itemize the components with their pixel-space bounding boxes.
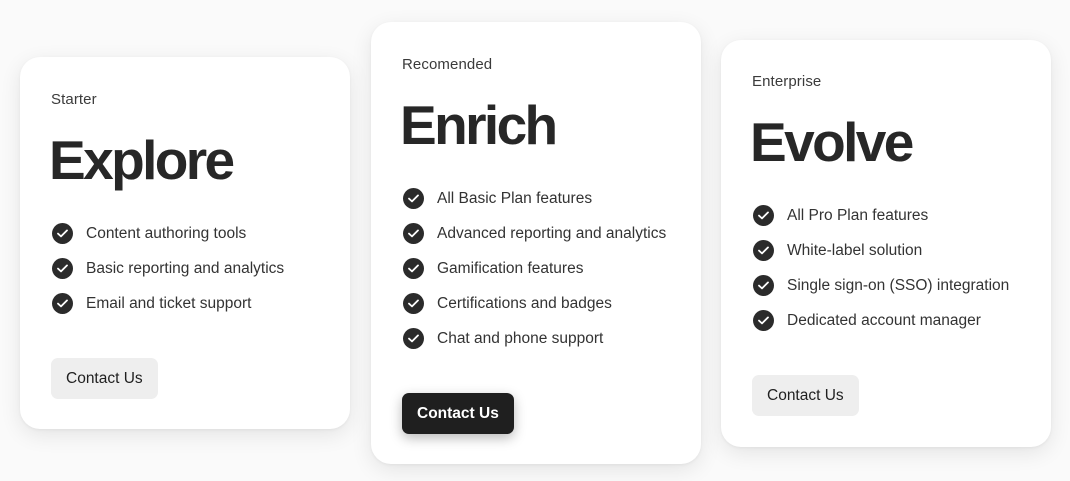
check-circle-icon bbox=[403, 293, 424, 314]
check-circle-icon bbox=[753, 240, 774, 261]
feature-item: All Basic Plan features bbox=[403, 181, 666, 216]
feature-item: Content authoring tools bbox=[52, 216, 284, 251]
feature-list: Content authoring tools Basic reporting … bbox=[52, 216, 284, 321]
contact-us-button[interactable]: Contact Us bbox=[402, 393, 514, 434]
check-circle-icon bbox=[403, 223, 424, 244]
feature-label: Chat and phone support bbox=[437, 329, 604, 347]
check-circle-icon bbox=[403, 258, 424, 279]
feature-label: Email and ticket support bbox=[86, 294, 252, 312]
feature-item: Gamification features bbox=[403, 251, 666, 286]
check-circle-icon bbox=[52, 223, 73, 244]
check-circle-icon bbox=[403, 188, 424, 209]
feature-label: All Basic Plan features bbox=[437, 189, 593, 207]
feature-item: Advanced reporting and analytics bbox=[403, 216, 666, 251]
feature-label: All Pro Plan features bbox=[787, 206, 929, 224]
plan-name: Enrich bbox=[400, 94, 558, 156]
feature-item: Single sign-on (SSO) integration bbox=[753, 268, 1009, 303]
check-circle-icon bbox=[753, 275, 774, 296]
pricing-card-recommended: Recomended Enrich All Basic Plan feature… bbox=[371, 22, 701, 464]
feature-item: Email and ticket support bbox=[52, 286, 284, 321]
feature-label: Basic reporting and analytics bbox=[86, 259, 285, 277]
feature-item: Chat and phone support bbox=[403, 321, 666, 356]
contact-us-button[interactable]: Contact Us bbox=[752, 375, 859, 416]
pricing-card-enterprise: Enterprise Evolve All Pro Plan features … bbox=[721, 40, 1051, 447]
contact-us-button[interactable]: Contact Us bbox=[51, 358, 158, 399]
feature-label: Advanced reporting and analytics bbox=[437, 224, 667, 242]
feature-list: All Basic Plan features Advanced reporti… bbox=[403, 181, 666, 356]
feature-item: Dedicated account manager bbox=[753, 303, 1009, 338]
check-circle-icon bbox=[52, 258, 73, 279]
plan-tier-label: Starter bbox=[51, 91, 97, 108]
plan-name: Evolve bbox=[750, 111, 914, 173]
plan-tier-label: Enterprise bbox=[752, 73, 822, 90]
pricing-card-starter: Starter Explore Content authoring tools … bbox=[20, 57, 350, 429]
feature-label: Content authoring tools bbox=[86, 224, 247, 242]
feature-item: Certifications and badges bbox=[403, 286, 666, 321]
feature-label: White-label solution bbox=[787, 241, 923, 259]
check-circle-icon bbox=[753, 205, 774, 226]
check-circle-icon bbox=[403, 328, 424, 349]
feature-item: All Pro Plan features bbox=[753, 198, 1009, 233]
plan-name: Explore bbox=[49, 129, 235, 191]
feature-label: Dedicated account manager bbox=[787, 311, 981, 329]
feature-list: All Pro Plan features White-label soluti… bbox=[753, 198, 1009, 338]
feature-label: Certifications and badges bbox=[437, 294, 612, 312]
feature-item: Basic reporting and analytics bbox=[52, 251, 284, 286]
check-circle-icon bbox=[52, 293, 73, 314]
feature-item: White-label solution bbox=[753, 233, 1009, 268]
check-circle-icon bbox=[753, 310, 774, 331]
plan-tier-label: Recomended bbox=[402, 56, 493, 73]
feature-label: Gamification features bbox=[437, 259, 584, 277]
feature-label: Single sign-on (SSO) integration bbox=[787, 276, 1010, 294]
